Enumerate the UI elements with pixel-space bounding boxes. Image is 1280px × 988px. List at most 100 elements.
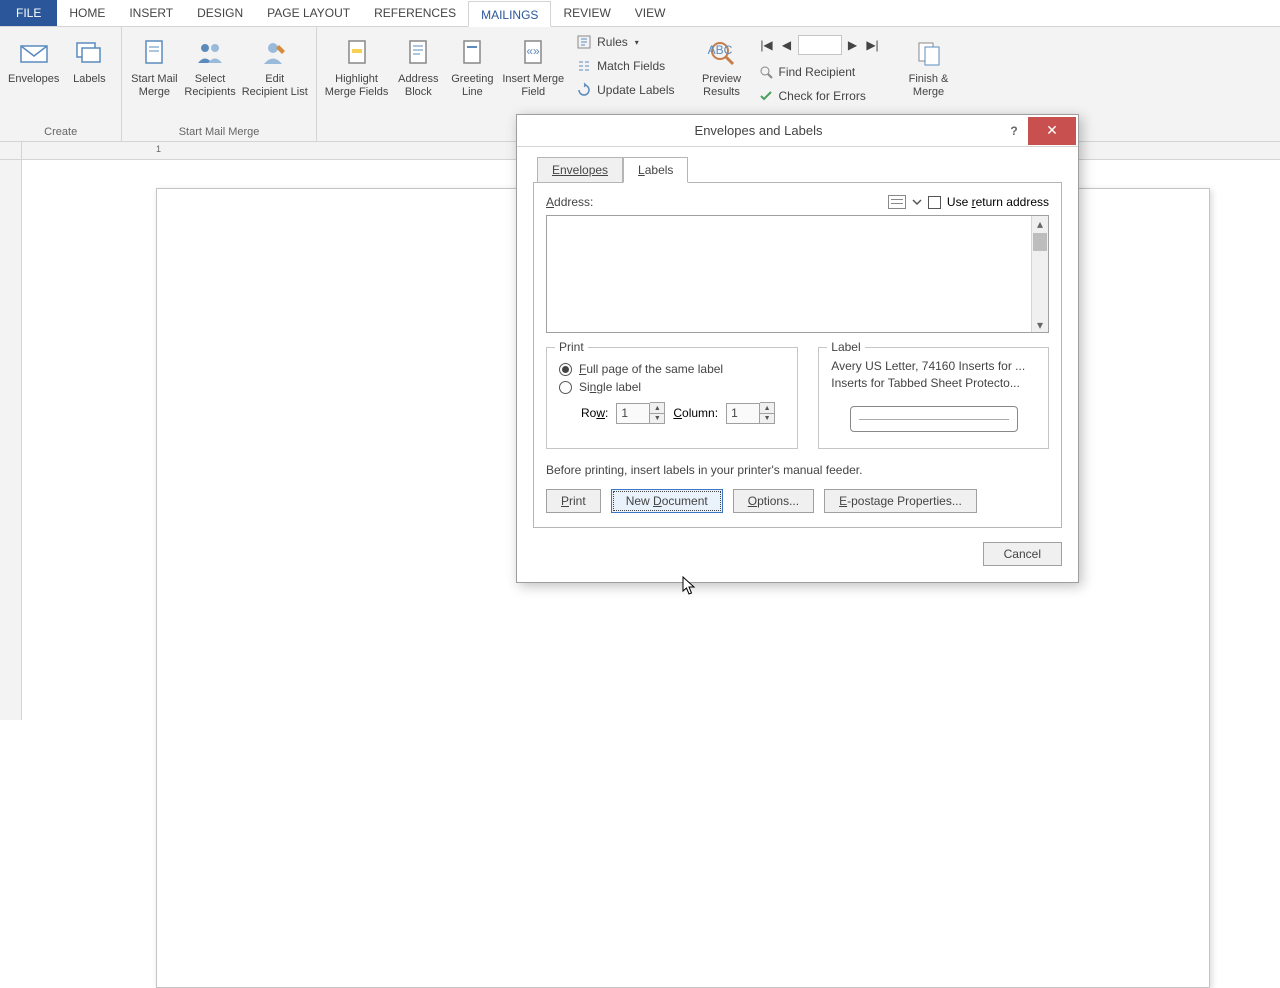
tab-references[interactable]: REFERENCES [362, 0, 468, 26]
scrollbar[interactable]: ▴ ▾ [1031, 216, 1048, 332]
row-input[interactable] [616, 403, 650, 424]
tab-design[interactable]: DESIGN [185, 0, 255, 26]
row-down[interactable]: ▼ [650, 413, 664, 423]
match-fields-button[interactable]: Match Fields [572, 55, 678, 77]
record-nav: |◀ ◀ ▶ ▶| [754, 31, 886, 59]
tab-insert[interactable]: INSERT [117, 0, 185, 26]
use-return-label: Use return address [947, 195, 1049, 209]
tab-view[interactable]: VIEW [623, 0, 678, 26]
select-recipients-label: Select Recipients [184, 73, 235, 99]
svg-text:ABC: ABC [707, 43, 732, 57]
start-mail-merge-button[interactable]: Start Mail Merge [128, 31, 180, 101]
full-page-radio[interactable] [559, 363, 572, 376]
record-number-field[interactable] [798, 35, 842, 55]
find-label: Find Recipient [779, 65, 856, 79]
address-block-button[interactable]: Address Block [392, 31, 444, 101]
dialog-titlebar[interactable]: Envelopes and Labels ? ✕ [517, 115, 1078, 147]
edit-people-icon [259, 37, 291, 69]
labels-icon [73, 37, 105, 69]
find-icon [758, 64, 774, 80]
row-spinner[interactable]: ▲▼ [616, 402, 665, 424]
column-input[interactable] [726, 403, 760, 424]
update-labels-button[interactable]: Update Labels [572, 79, 678, 101]
help-button[interactable]: ? [1000, 117, 1028, 145]
tab-file[interactable]: FILE [0, 0, 57, 26]
dropdown-arrow-icon[interactable] [912, 197, 922, 207]
vertical-ruler[interactable] [0, 160, 22, 720]
scroll-up-button[interactable]: ▴ [1033, 216, 1048, 231]
label-preview[interactable] [850, 406, 1018, 432]
start-merge-label: Start Mail Merge [131, 73, 177, 99]
insert-field-label: Insert Merge Field [502, 73, 564, 99]
envelopes-label: Envelopes [8, 73, 59, 86]
scroll-down-button[interactable]: ▾ [1033, 317, 1048, 332]
tab-page-layout[interactable]: PAGE LAYOUT [255, 0, 362, 26]
preview-icon: ABC [706, 37, 738, 69]
people-icon [194, 37, 226, 69]
select-recipients-button[interactable]: Select Recipients [182, 31, 237, 101]
full-page-label: Full page of the same label [579, 362, 723, 376]
dialog-title: Envelopes and Labels [517, 123, 1000, 138]
highlight-merge-fields-button[interactable]: Highlight Merge Fields [323, 31, 391, 101]
address-block-icon [402, 37, 434, 69]
next-record-button[interactable]: ▶ [844, 36, 862, 54]
cancel-button[interactable]: Cancel [983, 542, 1062, 566]
group-create: Envelopes Labels Create [0, 27, 122, 141]
rules-icon [576, 34, 592, 50]
use-return-address-checkbox[interactable] [928, 196, 941, 209]
match-icon [576, 58, 592, 74]
print-legend: Print [555, 340, 588, 354]
check-errors-button[interactable]: Check for Errors [754, 85, 886, 107]
rules-label: Rules [597, 35, 628, 49]
row-up[interactable]: ▲ [650, 403, 664, 413]
greeting-label: Greeting Line [451, 73, 493, 99]
col-up[interactable]: ▲ [760, 403, 774, 413]
new-document-button[interactable]: New Document [611, 489, 723, 513]
address-book-icon[interactable] [888, 195, 906, 209]
last-record-button[interactable]: ▶| [864, 36, 882, 54]
finish-merge-button[interactable]: Finish & Merge [903, 31, 955, 101]
labels-button[interactable]: Labels [63, 31, 115, 88]
finish-label: Finish & Merge [909, 73, 949, 99]
print-button[interactable]: Print [546, 489, 601, 513]
column-spinner[interactable]: ▲▼ [726, 402, 775, 424]
epostage-button[interactable]: E-postage Properties... [824, 489, 977, 513]
svg-text:«»: «» [527, 44, 541, 58]
column-label: Column: [673, 406, 718, 420]
single-label-radio-row[interactable]: Single label [559, 380, 785, 394]
row-label: Row: [581, 406, 608, 420]
options-button[interactable]: Options... [733, 489, 814, 513]
envelope-icon [18, 37, 50, 69]
col-down[interactable]: ▼ [760, 413, 774, 423]
tab-home[interactable]: HOME [57, 0, 117, 26]
full-page-radio-row[interactable]: Full page of the same label [559, 362, 785, 376]
find-recipient-button[interactable]: Find Recipient [754, 61, 886, 83]
update-icon [576, 82, 592, 98]
first-record-button[interactable]: |◀ [758, 36, 776, 54]
label-info-line1: Avery US Letter, 74160 Inserts for ... [831, 358, 1036, 375]
document-icon [138, 37, 170, 69]
finish-icon [913, 37, 945, 69]
edit-recipient-list-button[interactable]: Edit Recipient List [240, 31, 310, 101]
tab-mailings[interactable]: MAILINGS [468, 1, 551, 27]
greeting-line-button[interactable]: Greeting Line [446, 31, 498, 101]
envelopes-button[interactable]: Envelopes [6, 31, 61, 88]
scrollbar-thumb[interactable] [1033, 233, 1047, 251]
printer-note: Before printing, insert labels in your p… [546, 463, 1049, 477]
match-label: Match Fields [597, 59, 665, 73]
preview-results-button[interactable]: ABC Preview Results [696, 31, 748, 101]
ribbon-tabs: FILE HOME INSERT DESIGN PAGE LAYOUT REFE… [0, 0, 1280, 27]
rules-button[interactable]: Rules▾ [572, 31, 678, 53]
insert-merge-field-button[interactable]: «» Insert Merge Field [500, 31, 566, 101]
envelopes-tab[interactable]: Envelopes [537, 157, 623, 183]
tab-review[interactable]: REVIEW [551, 0, 622, 26]
dialog-tabs: Envelopes Labels [537, 157, 1062, 183]
ruler-corner [0, 142, 22, 160]
prev-record-button[interactable]: ◀ [778, 36, 796, 54]
highlight-icon [341, 37, 373, 69]
labels-tab[interactable]: Labels [623, 157, 688, 183]
labels-panel: Address: Use return address ▴ ▾ Print [533, 182, 1062, 528]
close-button[interactable]: ✕ [1028, 117, 1076, 145]
single-label-radio[interactable] [559, 381, 572, 394]
address-textarea[interactable]: ▴ ▾ [546, 215, 1049, 333]
